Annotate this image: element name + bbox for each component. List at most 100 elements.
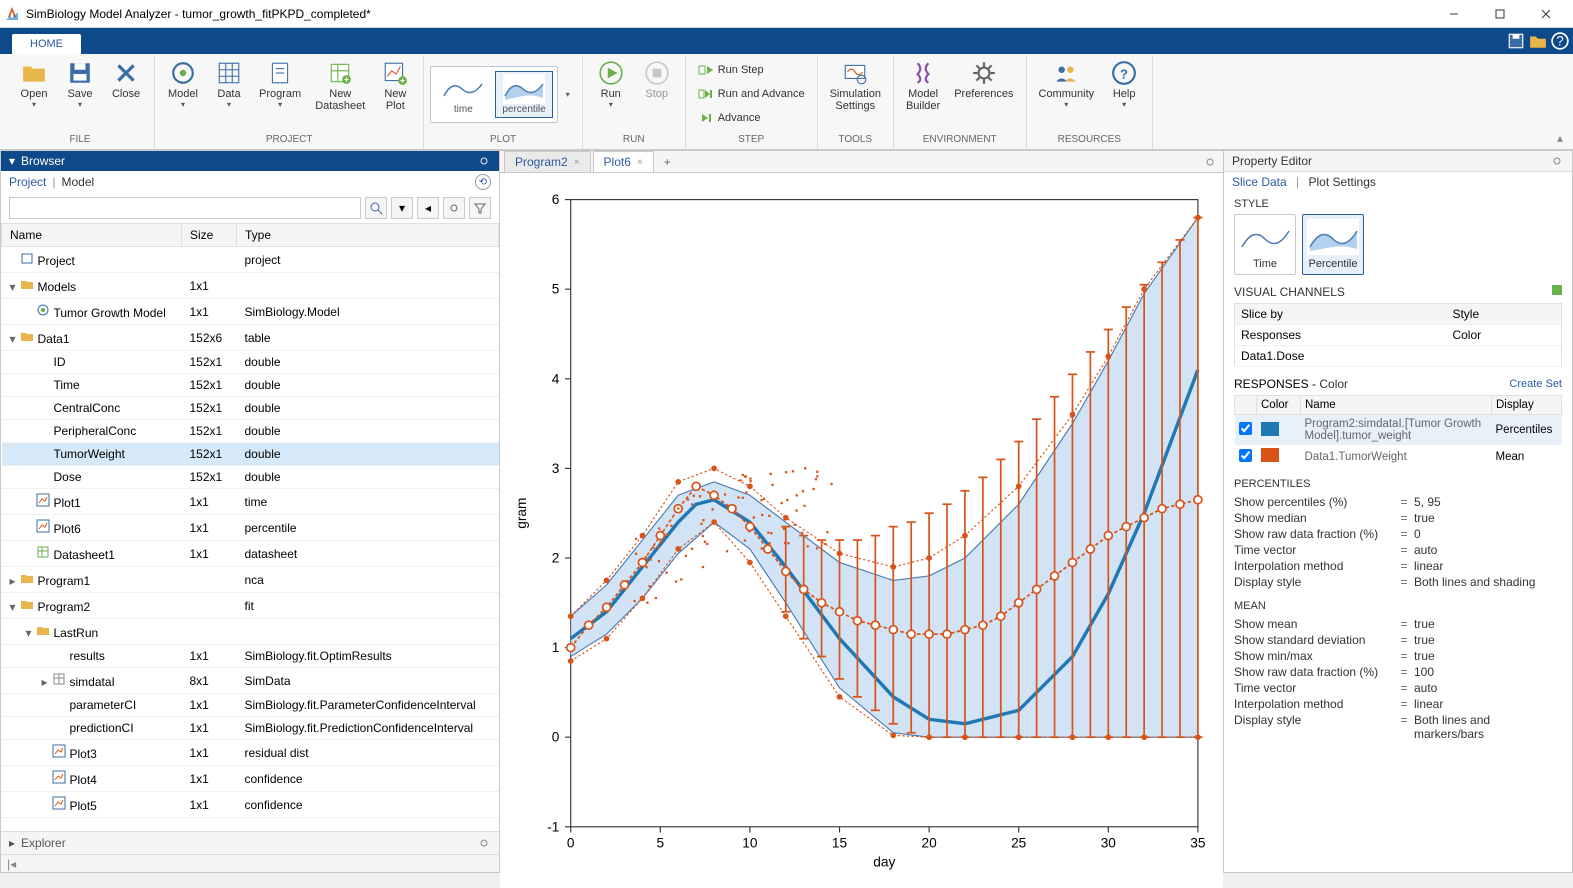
tree-arrow[interactable]: ▾ bbox=[10, 332, 20, 346]
table-row[interactable]: predictionCI1x1SimBiology.fit.Prediction… bbox=[2, 717, 499, 740]
response-checkbox[interactable] bbox=[1239, 422, 1252, 435]
table-row[interactable]: ResponsesColor bbox=[1235, 325, 1562, 346]
property-row[interactable]: Display style=Both lines and markers/bar… bbox=[1234, 712, 1562, 742]
tree-arrow[interactable] bbox=[42, 721, 52, 735]
table-row[interactable]: TumorWeight152x1double bbox=[2, 443, 499, 466]
tab-program2[interactable]: Program2× bbox=[504, 151, 591, 172]
close-icon[interactable]: × bbox=[574, 157, 580, 168]
create-set-link[interactable]: Create Set bbox=[1509, 378, 1562, 390]
tree-arrow[interactable] bbox=[26, 355, 36, 369]
chevron-down-icon[interactable]: ▾ bbox=[9, 154, 15, 168]
tree-arrow[interactable] bbox=[42, 747, 52, 761]
table-row[interactable]: PeripheralConc152x1double bbox=[2, 420, 499, 443]
tree-arrow[interactable] bbox=[26, 496, 36, 510]
response-checkbox[interactable] bbox=[1239, 449, 1252, 462]
col-type[interactable]: Type bbox=[237, 224, 499, 247]
table-row[interactable]: Time152x1double bbox=[2, 374, 499, 397]
tree-arrow[interactable] bbox=[26, 378, 36, 392]
home-tab[interactable]: HOME bbox=[12, 34, 81, 54]
refresh-icon[interactable]: ⟲ bbox=[475, 174, 491, 190]
help-icon[interactable]: ? bbox=[1551, 32, 1569, 50]
property-row[interactable]: Interpolation method=linear bbox=[1234, 696, 1562, 712]
table-row[interactable]: Data1.Dose bbox=[1235, 346, 1562, 367]
explorer-footer[interactable]: ▸ Explorer bbox=[1, 831, 499, 854]
col-name[interactable]: Name bbox=[2, 224, 182, 247]
simulation-settings-button[interactable]: Simulation Settings bbox=[824, 56, 887, 116]
help-button[interactable]: ?Help▾ bbox=[1102, 56, 1146, 113]
tree-arrow[interactable] bbox=[26, 548, 36, 562]
table-row[interactable]: ▾Models1x1 bbox=[2, 273, 499, 299]
table-row[interactable]: Plot61x1percentile bbox=[2, 515, 499, 541]
table-row[interactable]: ▾Data1152x6table bbox=[2, 325, 499, 351]
maximize-button[interactable] bbox=[1477, 0, 1523, 28]
tree-arrow[interactable] bbox=[10, 254, 20, 268]
tree-arrow[interactable] bbox=[42, 773, 52, 787]
table-row[interactable]: Data1.TumorWeightMean bbox=[1235, 445, 1562, 468]
new-datasheet-button[interactable]: New Datasheet bbox=[309, 56, 371, 116]
slice-data-link[interactable]: Slice Data bbox=[1232, 175, 1287, 189]
gear-icon[interactable] bbox=[477, 836, 491, 850]
plot-style-time[interactable]: time bbox=[435, 71, 491, 118]
run-step-button[interactable]: Run Step bbox=[692, 59, 770, 81]
style-time-button[interactable]: Time bbox=[1234, 214, 1296, 275]
property-row[interactable]: Show raw data fraction (%)=0 bbox=[1234, 526, 1562, 542]
nav-left-button[interactable]: ◂ bbox=[417, 197, 439, 219]
ribbon-collapse-icon[interactable]: ▴ bbox=[1553, 127, 1567, 149]
chart[interactable]: 05101520253035-10123456daygram bbox=[508, 181, 1215, 880]
gear-icon[interactable] bbox=[1203, 155, 1217, 169]
property-row[interactable]: Show min/max=true bbox=[1234, 648, 1562, 664]
col-size[interactable]: Size bbox=[182, 224, 237, 247]
table-row[interactable]: Plot51x1confidence bbox=[2, 792, 499, 818]
folder-icon[interactable] bbox=[1529, 32, 1547, 50]
table-row[interactable]: Plot31x1residual dist bbox=[2, 740, 499, 766]
tree-arrow[interactable]: ▾ bbox=[10, 600, 20, 614]
table-row[interactable]: Dose152x1double bbox=[2, 466, 499, 489]
table-row[interactable]: ▾LastRun bbox=[2, 619, 499, 645]
table-row[interactable]: ID152x1double bbox=[2, 351, 499, 374]
table-row[interactable]: Program2:simdataI.[Tumor Growth Model].t… bbox=[1235, 415, 1562, 446]
table-row[interactable]: Datasheet11x1datasheet bbox=[2, 541, 499, 567]
tree-arrow[interactable] bbox=[26, 401, 36, 415]
table-row[interactable]: Tumor Growth Model1x1SimBiology.Model bbox=[2, 299, 499, 325]
property-row[interactable]: Time vector=auto bbox=[1234, 542, 1562, 558]
run-advance-button[interactable]: Run and Advance bbox=[692, 83, 811, 105]
table-row[interactable]: CentralConc152x1double bbox=[2, 397, 499, 420]
property-row[interactable]: Display style=Both lines and shading bbox=[1234, 574, 1562, 590]
table-row[interactable]: ▸Program1nca bbox=[2, 567, 499, 593]
gear-icon[interactable] bbox=[477, 154, 491, 168]
tree-arrow[interactable] bbox=[26, 306, 36, 320]
close-button[interactable]: Close bbox=[104, 56, 148, 104]
search-input[interactable] bbox=[9, 197, 361, 219]
tree-arrow[interactable]: ▾ bbox=[10, 280, 20, 294]
table-row[interactable]: results1x1SimBiology.fit.OptimResults bbox=[2, 645, 499, 668]
program-button[interactable]: Program▾ bbox=[253, 56, 307, 113]
plot-area[interactable]: 05101520253035-10123456daygram bbox=[500, 173, 1223, 888]
table-row[interactable]: parameterCI1x1SimBiology.fit.ParameterCo… bbox=[2, 694, 499, 717]
property-row[interactable]: Show mean=true bbox=[1234, 616, 1562, 632]
close-window-button[interactable] bbox=[1523, 0, 1569, 28]
settings-button[interactable] bbox=[443, 197, 465, 219]
gear-icon[interactable] bbox=[1550, 154, 1564, 168]
color-swatch[interactable] bbox=[1261, 448, 1279, 462]
model-link[interactable]: Model bbox=[61, 175, 94, 189]
table-row[interactable]: ▾Program2fit bbox=[2, 593, 499, 619]
color-swatch[interactable] bbox=[1261, 422, 1279, 436]
save-icon[interactable] bbox=[1507, 32, 1525, 50]
property-row[interactable]: Interpolation method=linear bbox=[1234, 558, 1562, 574]
run-button[interactable]: Run▾ bbox=[589, 56, 633, 113]
community-button[interactable]: Community▾ bbox=[1033, 56, 1101, 113]
tree-arrow[interactable] bbox=[42, 649, 52, 663]
minimize-button[interactable] bbox=[1431, 0, 1477, 28]
style-percentile-button[interactable]: Percentile bbox=[1302, 214, 1364, 275]
open-button[interactable]: Open▾ bbox=[12, 56, 56, 113]
close-icon[interactable]: × bbox=[637, 157, 643, 168]
filter-dropdown[interactable]: ▾ bbox=[391, 197, 413, 219]
table-row[interactable]: Projectproject bbox=[2, 247, 499, 273]
advance-button[interactable]: Advance bbox=[692, 107, 767, 129]
plot-style-dropdown[interactable]: ▾ bbox=[560, 86, 576, 103]
tree-arrow[interactable]: ▾ bbox=[26, 626, 36, 640]
plot-style-percentile[interactable]: percentile bbox=[495, 71, 552, 118]
model-button[interactable]: Model▾ bbox=[161, 56, 205, 113]
preferences-button[interactable]: Preferences bbox=[948, 56, 1019, 104]
tree-arrow[interactable] bbox=[26, 447, 36, 461]
